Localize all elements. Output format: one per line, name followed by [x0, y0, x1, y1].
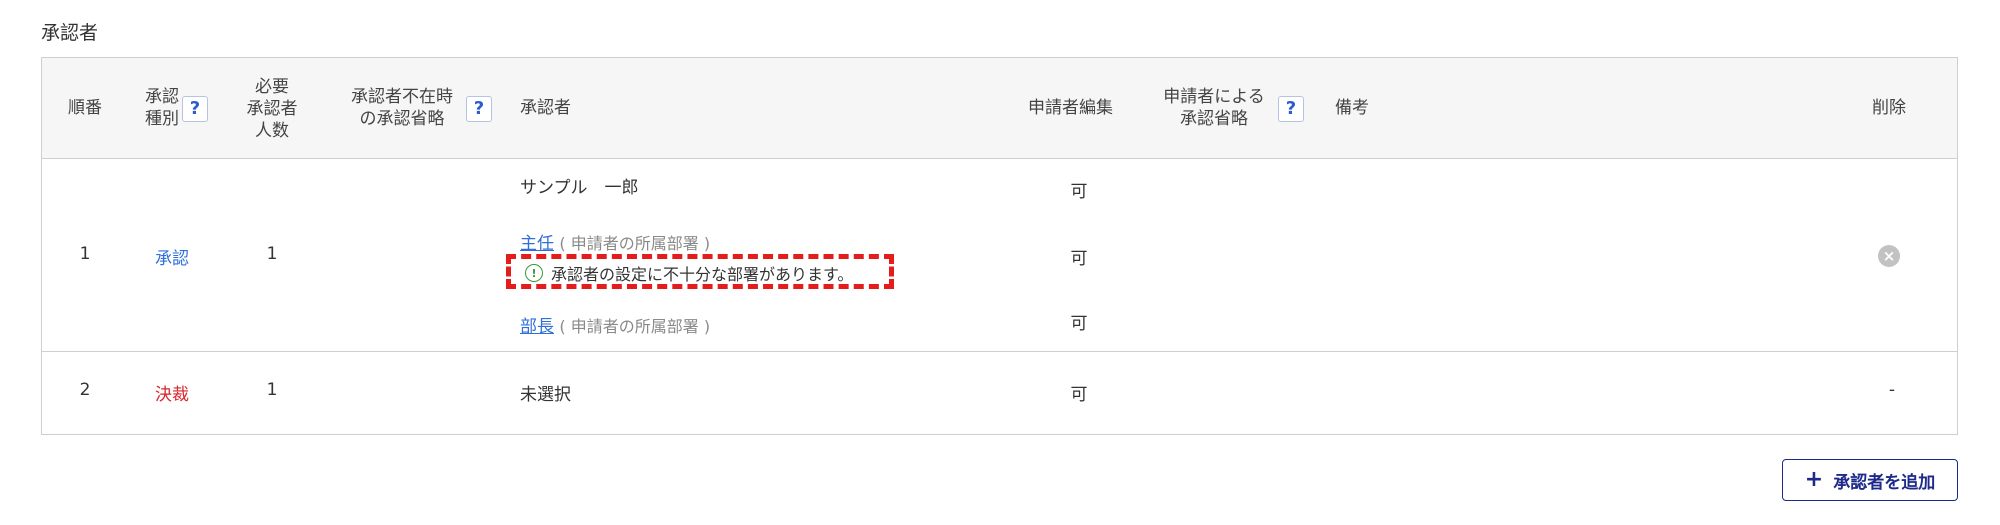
header-applicant-edit: 申請者編集: [1028, 98, 1113, 118]
warning-text: 承認者の設定に不十分な部署があります。: [551, 265, 854, 284]
close-circle-icon[interactable]: ×: [1878, 245, 1900, 267]
row-approval-type: 決裁: [155, 385, 189, 405]
approver-dept-note: ( 申請者の所属部署 ): [559, 234, 711, 253]
header-required-count: 必要 承認者 人数: [246, 77, 298, 141]
applicant-edit-value: 可: [1070, 182, 1088, 202]
help-icon-applicant-skip[interactable]: ?: [1278, 96, 1304, 122]
header-remarks: 備考: [1335, 98, 1369, 118]
row-order: 2: [79, 380, 91, 400]
header-absent-skip: 承認者不在時 の承認省略: [351, 87, 453, 129]
header-order: 順番: [68, 98, 102, 118]
table-row: 2 決裁 1 未選択 可 -: [42, 352, 1957, 434]
add-approver-button[interactable]: + 承認者を追加: [1782, 459, 1958, 501]
approver-role-link[interactable]: 部長: [520, 317, 554, 337]
header-delete: 削除: [1872, 98, 1906, 118]
row-required-count: 1: [266, 244, 278, 264]
table-header: 順番 承認 種別 ? 必要 承認者 人数 承認者不在時 の承認省略 ? 承認者 …: [42, 58, 1957, 159]
header-approver: 承認者: [520, 98, 571, 118]
delete-placeholder: -: [1888, 380, 1896, 400]
header-approval-type: 承認 種別: [145, 87, 179, 129]
table-row: 1 承認 1 サンプル 一郎 可 主任 ( 申請者の所属部署 ) 可 ! 承認者…: [42, 159, 1957, 352]
approver-role-link[interactable]: 主任: [520, 234, 554, 254]
header-applicant-skip: 申請者による 承認省略: [1163, 87, 1265, 129]
row-required-count: 1: [266, 380, 278, 400]
approver-dept-note: ( 申請者の所属部署 ): [559, 317, 711, 336]
warning-message: ! 承認者の設定に不十分な部署があります。: [525, 261, 853, 285]
approver-name: 未選択: [520, 385, 571, 405]
approver-role: 主任 ( 申請者の所属部署 ): [520, 229, 710, 254]
warning-icon: !: [525, 264, 543, 282]
help-icon-absent-skip[interactable]: ?: [466, 96, 492, 122]
approver-name: サンプル 一郎: [520, 178, 639, 198]
approver-table: 順番 承認 種別 ? 必要 承認者 人数 承認者不在時 の承認省略 ? 承認者 …: [41, 57, 1958, 435]
applicant-edit-value: 可: [1070, 249, 1088, 269]
plus-icon: +: [1804, 467, 1824, 492]
applicant-edit-value: 可: [1070, 314, 1088, 334]
row-approval-type: 承認: [155, 249, 189, 269]
section-title: 承認者: [41, 22, 99, 44]
row-order: 1: [79, 244, 91, 264]
help-icon-approval-type[interactable]: ?: [182, 96, 208, 122]
add-approver-label: 承認者を追加: [1833, 472, 1936, 493]
applicant-edit-value: 可: [1070, 385, 1088, 405]
approver-role: 部長 ( 申請者の所属部署 ): [520, 312, 710, 337]
